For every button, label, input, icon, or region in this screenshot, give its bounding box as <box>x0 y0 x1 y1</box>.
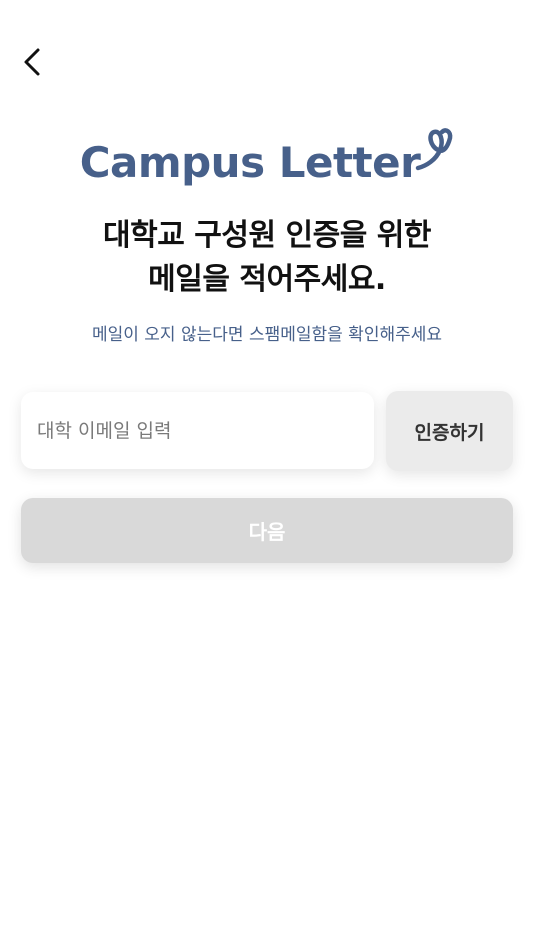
verify-button[interactable]: 인증하기 <box>386 391 513 471</box>
next-button[interactable]: 다음 <box>21 498 513 563</box>
logo-swirl-icon <box>416 128 453 171</box>
title-line-1: 대학교 구성원 인증을 위한 <box>103 218 431 253</box>
back-button[interactable] <box>14 44 50 80</box>
chevron-left-icon <box>24 48 40 76</box>
email-input[interactable] <box>21 392 374 469</box>
logo-text: Campus Letter <box>79 138 421 187</box>
title-line-2: 메일을 적어주세요. <box>148 262 386 297</box>
page-title: 대학교 구성원 인증을 위한 메일을 적어주세요. <box>0 214 534 302</box>
email-field <box>21 392 374 469</box>
campus-letter-logo: Campus Letter <box>0 116 534 188</box>
spam-hint-text: 메일이 오지 않는다면 스팸메일함을 확인해주세요 <box>91 325 443 345</box>
